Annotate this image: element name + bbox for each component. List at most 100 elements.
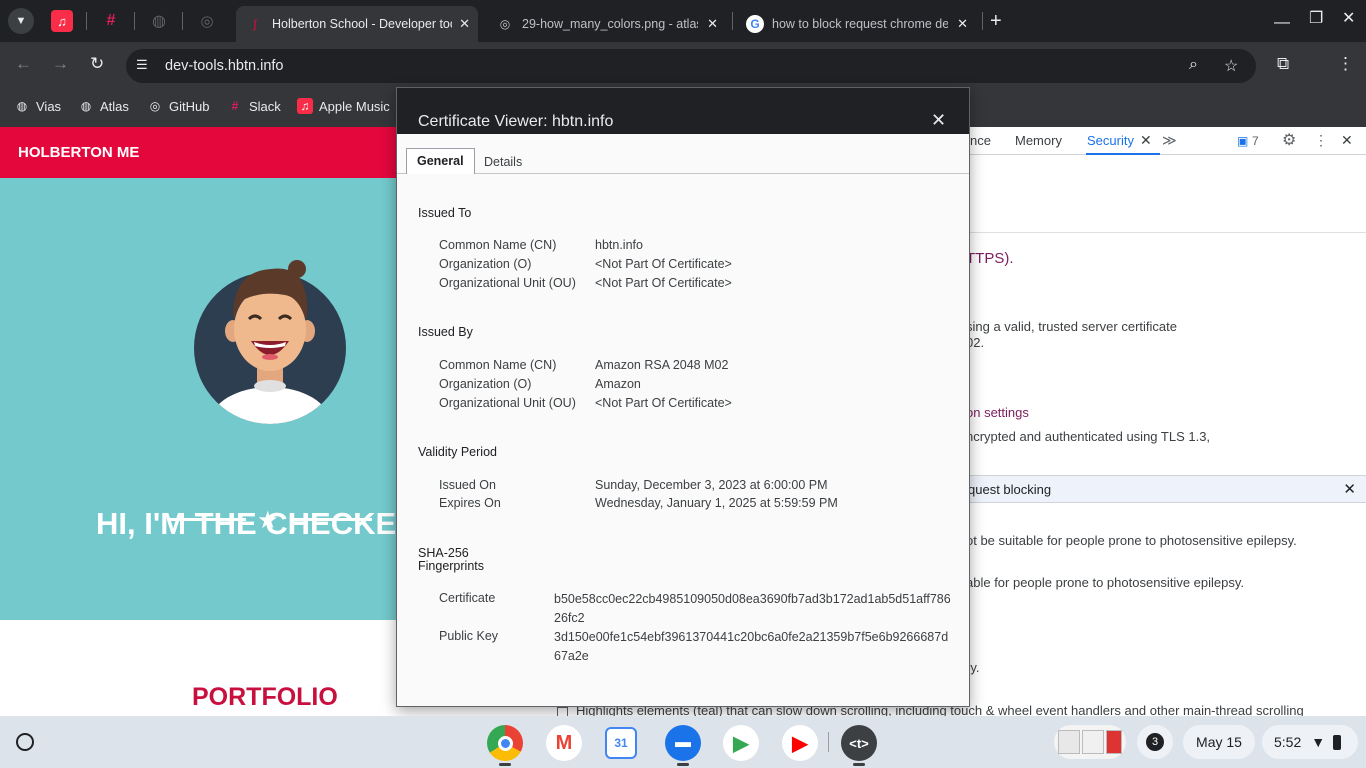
play-store-icon[interactable]: ▶ — [723, 725, 759, 761]
close-icon[interactable]: ✕ — [459, 16, 470, 32]
github-icon[interactable]: ◎ — [196, 10, 218, 32]
tab-separator — [134, 12, 135, 30]
globe-icon: ◍ — [80, 99, 92, 113]
hero-section: HI, I'M THE CHECKER ★ — [0, 178, 400, 620]
calendar-day: 31 — [614, 736, 628, 750]
github-icon: ◎ — [149, 99, 161, 113]
bookmark-github[interactable]: ◎ GitHub — [147, 98, 210, 114]
more-tabs-icon[interactable]: ≫ — [1162, 132, 1177, 149]
bookmark-slack[interactable]: # Slack — [227, 98, 281, 114]
bookmark-vias[interactable]: ◍ Vias — [14, 98, 61, 114]
tab-separator — [182, 12, 183, 30]
tab-search-button[interactable]: ▼ — [8, 8, 34, 34]
url-text[interactable]: dev-tools.hbtn.info — [165, 58, 284, 74]
status-tray[interactable]: 5:52 ▼ — [1262, 725, 1358, 759]
tab-performance[interactable]: nce — [970, 133, 991, 148]
gmail-icon[interactable]: M — [546, 725, 582, 761]
site-info-icon[interactable]: ☰ — [136, 57, 148, 73]
tab-separator — [982, 12, 983, 30]
extensions-icon[interactable]: ⧉ — [1277, 54, 1289, 74]
dialog-header: Certificate Viewer: hbtn.info ✕ — [397, 88, 969, 134]
scrolling-checkbox[interactable] — [557, 707, 568, 716]
tab-separator — [86, 12, 87, 30]
drawer-title[interactable]: quest blocking — [968, 482, 1051, 497]
screenshot-thumbnail — [1082, 730, 1104, 754]
youtube-icon[interactable]: ▶ — [782, 725, 818, 761]
tab-security[interactable]: Security — [1087, 133, 1134, 148]
close-tab-icon[interactable]: ✕ — [1140, 132, 1152, 149]
dialog-title: Certificate Viewer: hbtn.info — [418, 113, 614, 130]
active-tab-indicator — [1086, 153, 1160, 155]
issues-count[interactable]: 7 — [1252, 134, 1259, 148]
close-icon[interactable]: ✕ — [957, 16, 968, 32]
close-devtools-icon[interactable]: ✕ — [1341, 132, 1353, 149]
page-navbar: HOLBERTON ME — [0, 127, 400, 178]
tls-summary: ncrypted and authenticated using TLS 1.3… — [966, 429, 1211, 444]
address-bar[interactable]: ☰ dev-tools.hbtn.info ⌕ ☆ — [126, 49, 1256, 83]
launcher-icon[interactable] — [16, 733, 34, 751]
bookmark-label: Apple Music — [319, 98, 390, 114]
slack-icon: # — [231, 99, 239, 113]
dialog-tabs: General Details — [397, 134, 969, 175]
date-text: May 15 — [1196, 734, 1242, 750]
more-options-icon[interactable]: ⋮ — [1314, 132, 1328, 149]
forward-icon[interactable]: → — [52, 54, 69, 74]
apple-music-icon[interactable]: ♫ — [51, 10, 73, 32]
back-icon[interactable]: ← — [15, 54, 32, 74]
holberton-icon: ʃ — [253, 17, 257, 31]
minimize-icon[interactable]: — — [1274, 14, 1290, 32]
screenshot-thumbnail — [1106, 730, 1122, 754]
page-brand[interactable]: HOLBERTON ME — [18, 144, 139, 161]
field-label: Common Name (CN) — [439, 358, 557, 372]
date-tray[interactable]: May 15 — [1183, 725, 1255, 759]
tab-memory[interactable]: Memory — [1015, 133, 1062, 148]
close-drawer-icon[interactable]: ✕ — [1343, 480, 1356, 498]
bookmark-atlas[interactable]: ◍ Atlas — [78, 98, 129, 114]
running-indicator — [853, 763, 865, 766]
tab-details[interactable]: Details — [474, 152, 532, 174]
connection-settings-link[interactable]: on settings — [966, 405, 1029, 420]
field-label: Organization (O) — [439, 377, 532, 391]
field-value: Wednesday, January 1, 2025 at 5:59:59 PM — [595, 496, 838, 510]
tab-title: Holberton School - Developer tools — [272, 17, 452, 31]
terminal-icon[interactable]: <t> — [841, 725, 877, 761]
avatar — [194, 260, 346, 424]
zoom-icon[interactable]: ⌕ — [1189, 56, 1198, 74]
holding-space-thumbnails[interactable] — [1054, 725, 1126, 759]
issues-icon[interactable]: ▣ — [1237, 134, 1248, 148]
apple-music-icon: ♫ — [297, 98, 313, 114]
shelf-separator — [828, 732, 829, 752]
tab-holberton[interactable]: ʃ Holberton School - Developer tools ✕ — [236, 6, 478, 42]
field-label: Expires On — [439, 496, 501, 510]
globe-icon[interactable]: ◍ — [148, 10, 170, 32]
browser-toolbar: ← → ↻ ☰ dev-tools.hbtn.info ⌕ ☆ ⧉ ⋮ — [0, 42, 1366, 90]
close-icon[interactable]: ✕ — [931, 110, 946, 131]
reload-icon[interactable]: ↻ — [90, 54, 104, 74]
validity-heading: Validity Period — [418, 445, 497, 459]
notification-tray[interactable]: 3 — [1137, 725, 1173, 759]
web-page: HOLBERTON ME HI, I'M THE CHECKER ★ PORTF… — [0, 127, 400, 716]
maximize-icon[interactable]: ❐ — [1309, 8, 1323, 28]
files-icon[interactable]: ▬ — [665, 725, 701, 761]
menu-icon[interactable]: ⋮ — [1337, 54, 1354, 74]
bookmark-apple-music[interactable]: ♫ Apple Music — [297, 98, 390, 114]
close-window-icon[interactable]: ✕ — [1342, 8, 1355, 28]
wifi-icon: ▼ — [1311, 734, 1326, 750]
settings-icon[interactable]: ⚙ — [1282, 130, 1296, 150]
tab-general[interactable]: General — [406, 148, 475, 175]
portfolio-heading: PORTFOLIO — [192, 683, 338, 711]
new-tab-button[interactable]: + — [990, 10, 1002, 33]
chrome-icon[interactable] — [487, 725, 523, 761]
bookmark-star-icon[interactable]: ☆ — [1224, 56, 1238, 76]
field-value: <Not Part Of Certificate> — [595, 396, 732, 410]
tab-google-search[interactable]: G how to block request chrome dev ✕ — [736, 6, 976, 42]
field-value: Amazon — [595, 377, 641, 391]
calendar-icon[interactable]: 31 — [605, 727, 637, 759]
tab-atlas[interactable]: ◎ 29-how_many_colors.png - atlas ✕ — [486, 6, 726, 42]
github-icon: ◎ — [499, 17, 511, 31]
globe-icon: ◍ — [16, 99, 28, 113]
slack-icon[interactable]: # — [100, 10, 122, 32]
tab-strip: ▼ ♫ # ◍ ◎ ʃ Holberton School - Developer… — [0, 0, 1366, 42]
close-icon[interactable]: ✕ — [707, 16, 718, 32]
certificate-fingerprint: b50e58cc0ec22cb4985109050d08ea3690fb7ad3… — [554, 592, 951, 625]
